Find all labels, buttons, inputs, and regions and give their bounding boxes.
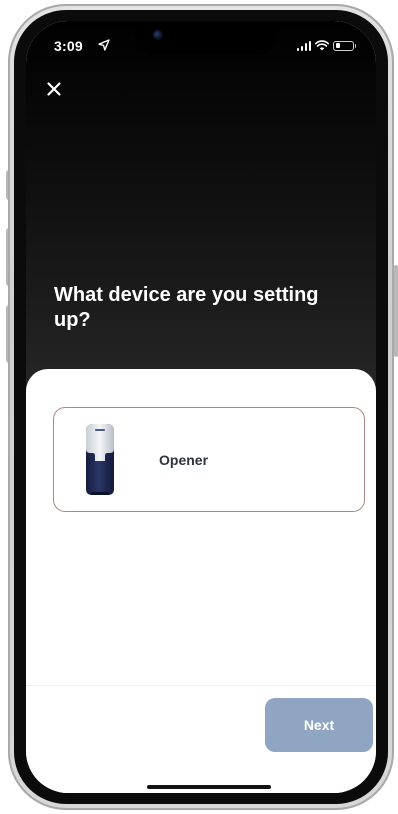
status-indicators: [296, 40, 356, 51]
option-label: Opener: [159, 452, 209, 468]
home-indicator: [147, 785, 271, 789]
footer-divider: [26, 685, 376, 686]
cellular-signal-icon: [296, 40, 311, 51]
battery-icon: [333, 40, 356, 51]
power-button: [394, 265, 398, 357]
battery-level: [335, 43, 340, 48]
next-button[interactable]: Next: [265, 698, 373, 752]
front-camera: [153, 30, 163, 40]
header-background: [26, 21, 376, 393]
screen: 3:09 What device are you setting up? Ope…: [26, 21, 376, 793]
status-time: 3:09: [54, 38, 83, 54]
device-option-opener[interactable]: Opener: [53, 407, 365, 512]
location-arrow-icon: [98, 39, 110, 51]
close-button[interactable]: [42, 77, 66, 101]
phone-mockup: 3:09 What device are you setting up? Ope…: [0, 0, 398, 814]
wifi-icon: [315, 40, 329, 51]
page-title: What device are you setting up?: [54, 284, 319, 331]
opener-device-image: [86, 424, 114, 495]
close-icon: [47, 82, 61, 96]
